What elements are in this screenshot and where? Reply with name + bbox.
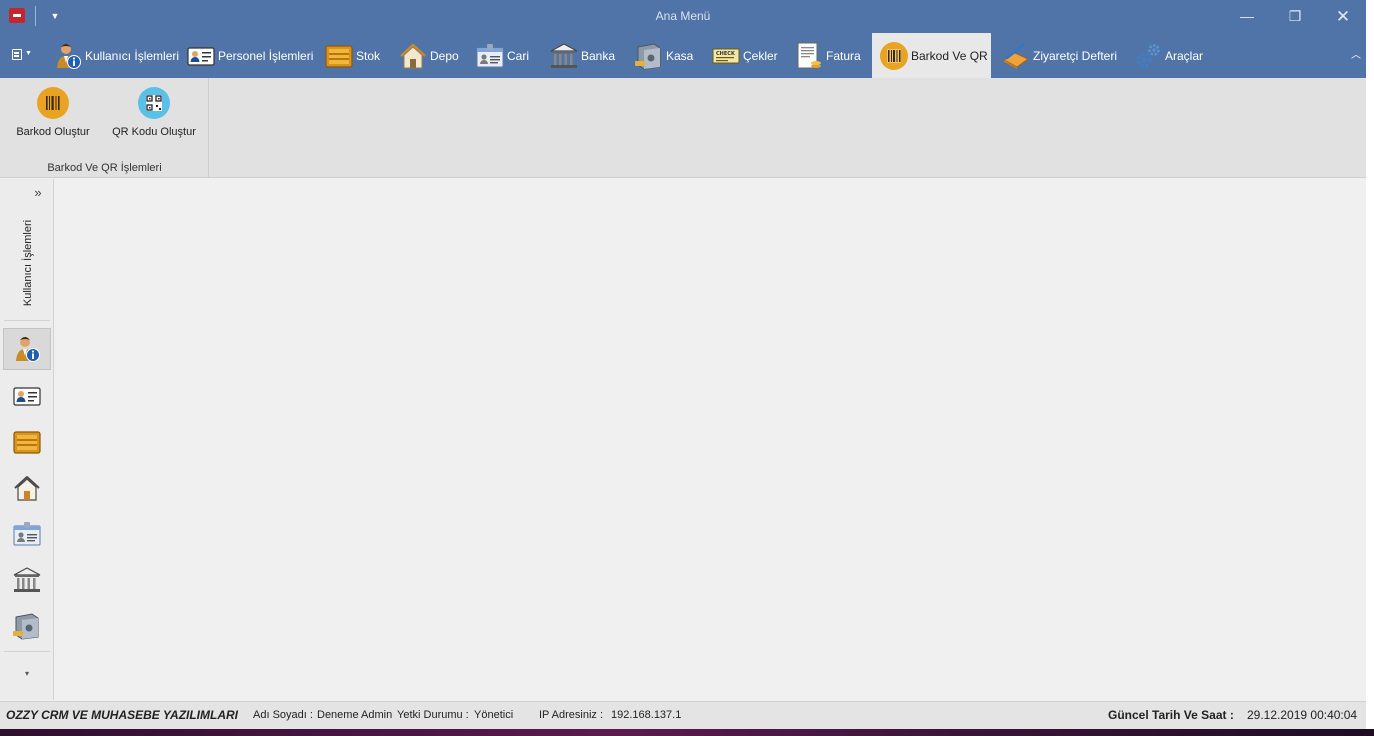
navigation-bar: » Kullanıcı İşlemleri ▾ [0, 179, 54, 700]
nav-item-cari[interactable] [3, 513, 51, 555]
tab-banka[interactable]: Banka [549, 33, 615, 78]
contact-card-icon [13, 522, 41, 546]
screen-gutter [1366, 0, 1374, 729]
datetime-label: Güncel Tarih Ve Saat : [1108, 708, 1234, 722]
window-title: Ana Menü [655, 9, 711, 23]
tab-stok[interactable]: Stok [324, 33, 380, 78]
tab-label: Çekler [743, 48, 778, 63]
tab-label: Kasa [666, 48, 694, 63]
role-value: Yönetici [474, 709, 514, 721]
user-info-icon [57, 43, 81, 69]
expand-navbar-icon[interactable]: » [30, 186, 46, 202]
nav-item-kullanici-islemleri[interactable] [3, 328, 51, 370]
collapse-ribbon-chevron-up-icon[interactable]: ︿ [1349, 46, 1363, 62]
warehouse-house-icon [14, 476, 40, 501]
os-taskbar-strip [0, 729, 1374, 736]
tools-gears-icon [1136, 43, 1160, 67]
nav-item-stok[interactable] [3, 421, 51, 463]
tab-label: Depo [430, 48, 459, 63]
name-value: Deneme Admin [317, 709, 393, 721]
application-menu-button[interactable]: ▼ [8, 44, 34, 66]
navbar-group-title[interactable]: Kullanıcı İşlemleri [18, 217, 38, 317]
datetime-value: 29.12.2019 00:40:04 [1247, 708, 1358, 722]
nav-item-depo[interactable] [3, 467, 51, 509]
id-card-icon [187, 46, 215, 66]
role-label: Yetki Durumu : [397, 709, 469, 721]
button-label: QR Kodu Oluştur [112, 126, 196, 138]
warehouse-house-icon [400, 43, 426, 68]
bank-building-icon [13, 567, 41, 592]
navbar-group-title-label: Kullanıcı İşlemleri [22, 219, 34, 307]
close-button[interactable]: ✕ [1319, 0, 1367, 33]
name-label: Adı Soyadı : [253, 709, 313, 721]
navbar-divider [4, 651, 50, 652]
id-card-icon [13, 387, 41, 406]
tab-personel-islemleri[interactable]: Personel İşlemleri [186, 33, 313, 78]
tab-cekler[interactable]: CHECK Çekler [711, 33, 778, 78]
barkod-olustur-button[interactable]: Barkod Oluştur [12, 86, 94, 146]
barcode-icon [880, 41, 908, 70]
ribbon-tab-bar: ▼ Kullanıcı İşlemleri Personel İşlemleri [0, 33, 1366, 78]
tab-depo[interactable]: Depo [398, 33, 459, 78]
invoice-icon [797, 42, 821, 68]
minimize-button[interactable]: — [1223, 0, 1271, 33]
tab-label: Personel İşlemleri [218, 48, 314, 63]
ribbon-group-barkod-ve-qr-islemleri: Barkod Oluştur QR Kodu Oluştur Barkod Ve… [0, 78, 209, 178]
stock-crate-icon [325, 44, 353, 68]
ip-value: 192.168.137.1 [611, 709, 682, 721]
barcode-icon [37, 87, 69, 119]
tab-fatura[interactable]: Fatura [794, 33, 861, 78]
tab-label: Cari [507, 48, 530, 63]
ip-label: IP Adresiniz : [539, 709, 603, 721]
button-label: Barkod Oluştur [16, 126, 90, 138]
maximize-button[interactable]: ❐ [1271, 0, 1319, 33]
stock-crate-icon [13, 431, 41, 454]
tab-cari[interactable]: Cari [475, 33, 529, 78]
qr-kodu-olustur-button[interactable]: QR Kodu Oluştur [109, 86, 199, 146]
svg-text:CHECK: CHECK [716, 51, 736, 57]
tab-ziyaretci-defteri[interactable]: Ziyaretçi Defteri [1001, 33, 1117, 78]
tab-label: Banka [581, 48, 616, 63]
tab-label: Ziyaretçi Defteri [1033, 48, 1118, 63]
ribbon-page-barkod-ve-qr: Barkod Oluştur QR Kodu Oluştur Barkod Ve… [0, 78, 1366, 178]
tab-label: Fatura [826, 48, 861, 63]
tab-label: Barkod Ve QR [911, 48, 988, 63]
tab-kasa[interactable]: Kasa [634, 33, 693, 78]
tab-araclar[interactable]: Araçlar [1133, 33, 1203, 78]
bank-building-icon [550, 42, 578, 68]
navbar-divider [4, 320, 50, 321]
guestbook-icon [1003, 43, 1029, 69]
menu-icon [12, 49, 22, 60]
qr-code-icon [138, 87, 170, 119]
navbar-more-chevron-down-icon[interactable]: ▾ [20, 669, 34, 681]
title-bar: ▼ Ana Menü — ❐ ✕ [0, 0, 1366, 33]
status-bar: OZZY CRM VE MUHASEBE YAZILIMLARI Adı Soy… [0, 701, 1366, 729]
safe-icon [635, 42, 661, 70]
mdi-workspace [54, 179, 1366, 700]
ribbon-group-label: Barkod Ve QR İşlemleri [47, 162, 162, 174]
chevron-down-icon: ▼ [25, 50, 32, 57]
main-window: ▼ Ana Menü — ❐ ✕ ▼ Kullanıcı İşlemleri P [0, 0, 1366, 736]
tab-label: Kullanıcı İşlemleri [85, 48, 180, 63]
check-icon: CHECK [712, 48, 740, 63]
contact-card-icon [476, 43, 504, 67]
brand-label: OZZY CRM VE MUHASEBE YAZILIMLARI [6, 708, 239, 722]
nav-item-kasa[interactable] [3, 605, 51, 647]
nav-item-personel-islemleri[interactable] [3, 375, 51, 417]
user-info-icon [16, 337, 40, 362]
tab-barkod-ve-qr[interactable]: Barkod Ve QR [872, 33, 991, 78]
safe-icon [13, 613, 39, 640]
tab-label: Araçlar [1165, 48, 1204, 63]
nav-item-banka[interactable] [3, 559, 51, 601]
tab-kullanici-islemleri[interactable]: Kullanıcı İşlemleri [53, 33, 179, 78]
tab-label: Stok [356, 48, 381, 63]
